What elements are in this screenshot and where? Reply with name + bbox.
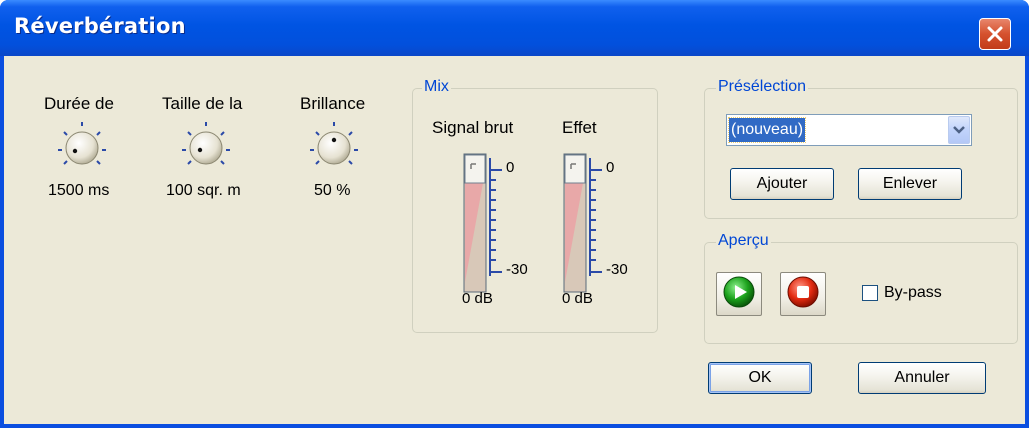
slider-thumb: [464, 154, 486, 184]
knob-value-brightness: 50 %: [314, 182, 351, 199]
title-bar[interactable]: Réverbération: [0, 0, 1029, 56]
dialog-client-area: Durée de 1500 ms Taille de la 100 sqr. m…: [4, 56, 1025, 424]
knob-value-size: 100 sqr. m: [166, 182, 241, 199]
remove-preset-button[interactable]: Enlever: [858, 168, 962, 200]
knob-label-duration: Durée de: [44, 94, 114, 113]
knob-label-brightness: Brillance: [300, 94, 366, 113]
preview-group-title: Aperçu: [716, 232, 771, 250]
close-icon: [985, 24, 1005, 44]
mix-label-dry: Signal brut: [432, 118, 514, 137]
bypass-checkbox[interactable]: [862, 285, 878, 301]
dry-value: 0 dB: [462, 290, 493, 307]
preset-group-title: Présélection: [716, 78, 809, 96]
knob-label-size: Taille de la: [162, 94, 243, 113]
window-title: Réverbération: [14, 14, 186, 38]
cancel-button[interactable]: Annuler: [858, 362, 986, 394]
mix-label-wet: Effet: [562, 118, 597, 137]
play-button[interactable]: [716, 272, 762, 316]
duration-knob[interactable]: [54, 118, 110, 179]
preset-dropdown-button[interactable]: [948, 116, 970, 144]
reverb-dialog: Réverbération Durée de 1500 ms Taille de…: [0, 0, 1029, 428]
preset-select[interactable]: (nouveau): [726, 114, 972, 146]
bypass-label[interactable]: By-pass: [884, 284, 942, 302]
mix-group-title: Mix: [422, 78, 451, 96]
effect-slider[interactable]: [560, 152, 650, 307]
slider-thumb: [564, 154, 586, 184]
close-button[interactable]: [979, 18, 1011, 50]
preset-select-value: (nouveau): [727, 117, 807, 143]
room-size-knob[interactable]: [178, 118, 234, 179]
wet-top-mark: 0: [606, 159, 615, 176]
ok-button[interactable]: OK: [708, 362, 812, 394]
chevron-down-icon: [953, 120, 965, 140]
dry-signal-slider[interactable]: [460, 152, 550, 307]
play-icon: [722, 275, 756, 314]
dry-bottom-mark: -30: [506, 261, 528, 278]
dry-top-mark: 0: [506, 159, 515, 176]
wet-bottom-mark: -30: [606, 261, 628, 278]
brightness-knob[interactable]: [306, 118, 362, 179]
knob-value-duration: 1500 ms: [48, 182, 110, 199]
stop-button[interactable]: [780, 272, 826, 316]
stop-icon: [786, 275, 820, 314]
add-preset-button[interactable]: Ajouter: [730, 168, 834, 200]
wet-value: 0 dB: [562, 290, 593, 307]
